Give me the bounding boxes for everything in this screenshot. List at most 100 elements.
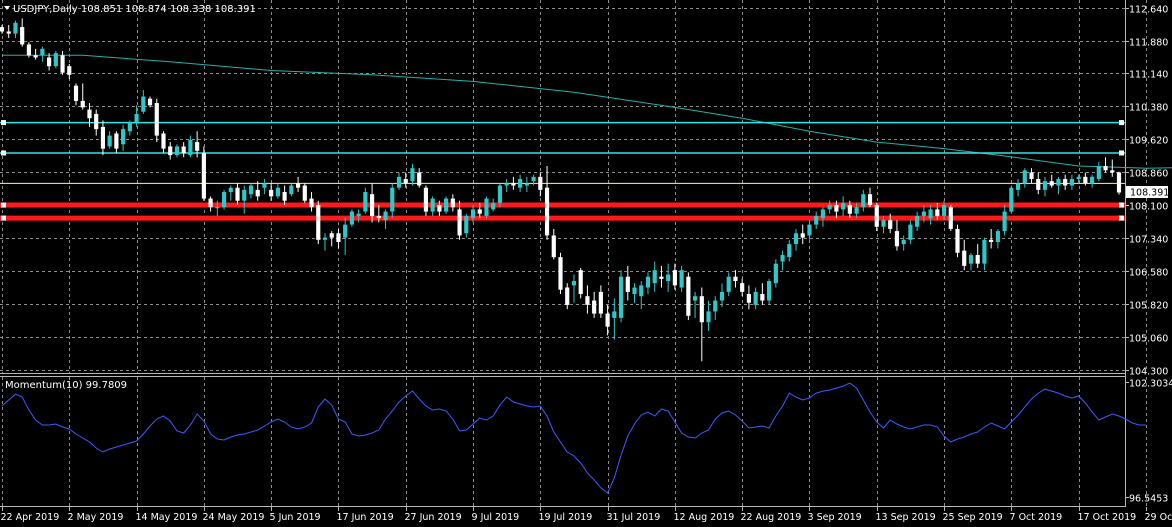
candle-body [1103, 165, 1108, 171]
candle-body [215, 207, 220, 209]
time-tick-label: 14 May 2019 [136, 512, 198, 523]
candle-body [962, 250, 967, 266]
candle-body [968, 254, 974, 264]
candle-body [565, 287, 570, 305]
candle-body [127, 122, 132, 132]
candle-body [847, 205, 852, 214]
candle-body [329, 233, 334, 238]
candle-body [652, 270, 657, 284]
candle-body [571, 281, 577, 286]
momentum-tick-label: 96.5453 [1129, 494, 1168, 505]
price-tick-label: 104.300 [1129, 367, 1168, 378]
candle-body [174, 146, 180, 156]
candle-body [195, 142, 200, 151]
candle-body [1036, 179, 1041, 190]
candle-body [1110, 170, 1115, 173]
level-anchor-handle[interactable] [1, 150, 6, 156]
candle-body [531, 176, 536, 182]
candle [221, 189, 227, 210]
candle [955, 224, 960, 258]
candle-body [921, 211, 926, 216]
candle-body [417, 172, 422, 186]
time-tick-label: 17 Jun 2019 [337, 512, 394, 523]
time-tick-label: 3 Sep 2019 [808, 512, 862, 523]
candle-body [612, 311, 617, 318]
candle-body [322, 237, 328, 240]
candle [558, 252, 563, 295]
time-tick-label: 5 Jun 2019 [270, 512, 321, 523]
candle-body [740, 283, 745, 292]
candle-body [592, 300, 597, 314]
candle-body [47, 57, 52, 67]
candle-body [639, 285, 644, 297]
level-anchor-handle[interactable] [1119, 202, 1124, 208]
candle-body [598, 291, 603, 314]
candle-body [423, 187, 429, 212]
candle-body [255, 189, 260, 197]
candle-body [538, 176, 543, 190]
price-tick-label: 105.820 [1129, 301, 1168, 312]
candle-body [141, 96, 146, 112]
candle-body [935, 209, 940, 216]
level-anchor-handle[interactable] [1, 120, 6, 126]
price-tick-label: 111.140 [1129, 70, 1168, 81]
candle-body [376, 215, 381, 219]
candle [349, 209, 354, 227]
candle-body [457, 209, 462, 236]
candle-body [269, 189, 274, 197]
candle-body [289, 185, 294, 195]
candle-body [201, 152, 206, 199]
candle-body [0, 27, 5, 32]
candle-body [787, 244, 792, 258]
candle-body [491, 202, 496, 210]
price-tick-label: 110.380 [1129, 103, 1168, 114]
candle-body [390, 187, 395, 212]
candle [444, 196, 449, 214]
candle-body [1042, 181, 1048, 190]
candle [423, 185, 429, 216]
candle-body [874, 205, 879, 227]
candle-body [719, 291, 725, 301]
level-anchor-handle[interactable] [1, 202, 6, 208]
candle-body [147, 98, 153, 106]
candle [154, 98, 159, 143]
time-tick-label: 7 Oct 2019 [1010, 512, 1063, 523]
level-anchor-handle[interactable] [1119, 120, 1124, 126]
candle-body [753, 291, 758, 305]
candle-body [1096, 165, 1101, 180]
level-anchor-handle[interactable] [1119, 215, 1124, 221]
candle [1009, 185, 1014, 214]
candle-body [1009, 187, 1014, 212]
candle-body [504, 183, 509, 186]
candle-body [793, 233, 799, 245]
time-tick-label: 22 Aug 2019 [741, 512, 802, 523]
level-anchor-handle[interactable] [1119, 150, 1124, 156]
candle-body [161, 133, 166, 149]
time-tick-label: 29 Oct 2019 [1145, 512, 1172, 523]
candle-body [518, 179, 523, 188]
candle-body [60, 55, 65, 73]
time-tick-label: 12 Aug 2019 [674, 512, 735, 523]
candle-body [107, 135, 112, 147]
level-anchor-handle[interactable] [1, 215, 6, 221]
candle-body [67, 66, 72, 75]
candle-body [121, 129, 126, 145]
candle-body [760, 294, 765, 301]
candle-body [558, 257, 563, 290]
candle-body [666, 274, 671, 282]
candle-body [928, 209, 933, 219]
candle-body [901, 239, 906, 245]
chart-canvas[interactable]: 112.640 111.880 111.140 110.380 109.620 108.8… [0, 0, 1172, 527]
candle [618, 270, 624, 323]
candle-body [228, 187, 233, 193]
price-tick-label: 107.340 [1129, 235, 1168, 246]
candle-body [168, 146, 173, 156]
candle-body [605, 313, 610, 327]
candle-body [13, 22, 18, 34]
candle-body [396, 176, 402, 188]
candle-body [73, 85, 79, 101]
candle [316, 200, 321, 245]
candle-body [881, 220, 886, 227]
candle-body [1083, 176, 1088, 184]
candle-body [87, 109, 92, 119]
